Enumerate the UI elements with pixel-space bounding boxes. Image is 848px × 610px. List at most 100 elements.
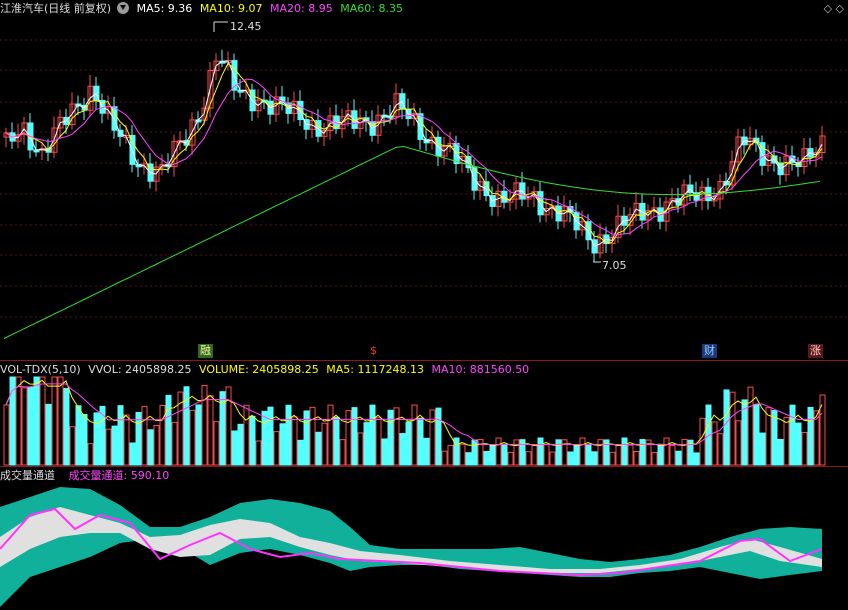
volume-bar bbox=[579, 437, 586, 466]
limit-up-marker[interactable]: 涨 bbox=[808, 344, 823, 358]
volume-bar bbox=[63, 388, 70, 466]
volume-bar bbox=[465, 452, 472, 466]
volume-bar bbox=[111, 425, 118, 466]
dropdown-icon[interactable] bbox=[117, 2, 130, 14]
volume-bar bbox=[129, 442, 136, 466]
low-price-label: 7.05 bbox=[602, 259, 627, 272]
vol-indicator-name[interactable]: VOL-TDX(5,10) bbox=[0, 363, 81, 376]
volume-bar bbox=[375, 417, 382, 466]
volume-bar bbox=[135, 411, 142, 466]
volume-bar bbox=[675, 450, 682, 466]
volume-bar bbox=[585, 444, 592, 466]
volume-bar bbox=[315, 431, 322, 466]
volume-bar bbox=[249, 415, 256, 466]
volume-bar bbox=[513, 439, 520, 466]
volume-bar bbox=[663, 437, 670, 466]
volume-bar bbox=[201, 384, 208, 466]
volume-bar bbox=[459, 443, 466, 466]
volume-bar bbox=[777, 438, 784, 466]
volume-bar bbox=[627, 444, 634, 466]
volume-bar bbox=[537, 437, 544, 466]
volume-bar bbox=[549, 451, 556, 466]
volume-bar bbox=[231, 430, 238, 466]
volume-bar bbox=[351, 407, 358, 466]
volume-bar bbox=[153, 425, 160, 466]
volume-bar bbox=[267, 406, 274, 466]
high-price-label: 12.45 bbox=[230, 20, 262, 33]
finance-marker[interactable]: 财 bbox=[702, 344, 717, 358]
volume-bar bbox=[405, 421, 412, 466]
channel-panel[interactable]: 成交量通道 成交量通道: 590.10 bbox=[0, 467, 848, 610]
channel-value: 成交量通道: 590.10 bbox=[68, 469, 170, 482]
volume-bar bbox=[783, 416, 790, 466]
volume-bar bbox=[507, 451, 514, 466]
volume-bar bbox=[681, 438, 688, 466]
volume-panel[interactable]: VOL-TDX(5,10) VVOL: 2405898.25 VOLUME: 2… bbox=[0, 361, 848, 466]
volume-bar bbox=[279, 423, 286, 466]
volume-bar bbox=[567, 451, 574, 466]
dollar-marker[interactable]: $ bbox=[368, 344, 379, 358]
volume-bar bbox=[225, 386, 232, 466]
volume-bar bbox=[237, 423, 244, 466]
kline-panel[interactable]: 江淮汽车(日线 前复权) MA5: 9.36 MA10: 9.07 MA20: … bbox=[0, 0, 848, 360]
volume-bar bbox=[57, 376, 64, 466]
panel-controls: ◇ ◇ bbox=[824, 2, 844, 15]
volume-bar bbox=[339, 439, 346, 466]
volume-bar bbox=[417, 417, 424, 466]
volume-bar bbox=[33, 376, 40, 466]
channel-name[interactable]: 成交量通道 bbox=[0, 469, 55, 482]
diamond-icon[interactable]: ◇ bbox=[824, 2, 832, 15]
vvol-value: VVOL: 2405898.25 bbox=[88, 363, 192, 376]
volume-bar bbox=[213, 421, 220, 466]
volume-bar bbox=[591, 451, 598, 466]
volume-bar bbox=[615, 443, 622, 466]
volume-bar bbox=[759, 432, 766, 466]
volume-bar bbox=[411, 404, 418, 466]
ma20-value: MA20: 8.95 bbox=[270, 2, 333, 15]
volume-bar bbox=[381, 438, 388, 466]
volume-bar bbox=[531, 444, 538, 466]
stock-title[interactable]: 江淮汽车(日线 前复权) bbox=[0, 2, 111, 15]
volume-bar bbox=[363, 422, 370, 466]
volume-bar bbox=[795, 422, 802, 466]
volume-bar bbox=[525, 451, 532, 466]
volume-bar bbox=[195, 404, 202, 466]
volume-bar bbox=[753, 404, 760, 466]
channel-legend: 成交量通道 成交量通道: 590.10 bbox=[0, 467, 173, 485]
volume-bar bbox=[21, 387, 28, 466]
volume-bar bbox=[669, 444, 676, 466]
volume-bar bbox=[717, 433, 724, 466]
volume-bar bbox=[51, 376, 58, 466]
volume-bar bbox=[495, 437, 502, 466]
volume-bar bbox=[27, 386, 34, 466]
ma5-line bbox=[5, 60, 823, 248]
volume-bar bbox=[189, 409, 196, 466]
volume-bar bbox=[639, 439, 646, 466]
kline-chart[interactable]: 12.45 7.05 bbox=[0, 0, 848, 360]
volume-bar bbox=[321, 422, 328, 466]
volume-bar bbox=[609, 451, 616, 466]
ma60-value: MA60: 8.35 bbox=[340, 2, 403, 15]
volume-bar bbox=[357, 432, 364, 466]
volume-bar bbox=[423, 437, 430, 466]
volume-bar bbox=[471, 439, 478, 466]
volume-bar bbox=[165, 394, 172, 466]
expand-icon[interactable]: ◇ bbox=[836, 2, 844, 15]
channel-chart[interactable] bbox=[0, 467, 848, 610]
volume-bar bbox=[369, 404, 376, 466]
volume-bar bbox=[435, 407, 442, 466]
volume-bar bbox=[291, 416, 298, 466]
volume-value: VOLUME: 2405898.25 bbox=[199, 363, 319, 376]
volume-bar bbox=[117, 405, 124, 466]
volume-bar bbox=[261, 410, 268, 466]
volume-bar bbox=[333, 416, 340, 466]
volume-bar bbox=[789, 404, 796, 466]
ma5-value: MA5: 9.36 bbox=[136, 2, 193, 15]
volume-legend: VOL-TDX(5,10) VVOL: 2405898.25 VOLUME: 2… bbox=[0, 361, 533, 379]
channel-outer-band bbox=[0, 487, 822, 607]
volume-bar bbox=[393, 407, 400, 466]
volume-bar bbox=[483, 450, 490, 466]
volume-bar bbox=[273, 431, 280, 466]
margin-marker[interactable]: 融 bbox=[198, 344, 213, 358]
volume-bar bbox=[693, 452, 700, 466]
